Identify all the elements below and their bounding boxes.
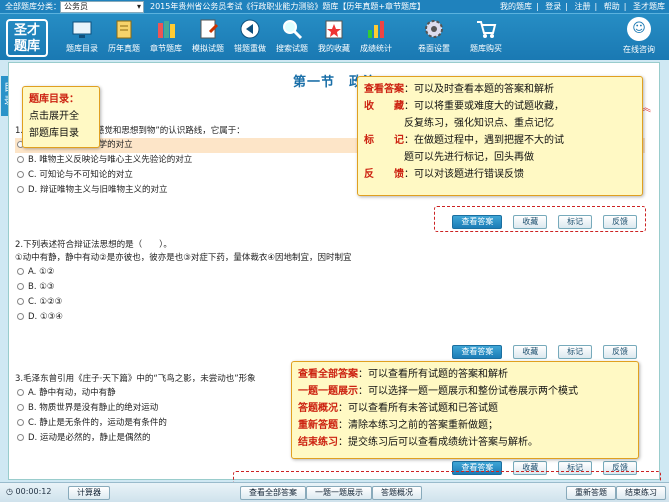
one-by-one-button[interactable]: 一题一题展示 <box>306 486 372 500</box>
chat-icon: ☺ <box>627 17 651 41</box>
nav-past-exams[interactable]: 历年真题 <box>104 18 144 54</box>
nav-redo-wrong[interactable]: 错题重做 <box>230 18 270 54</box>
radio-icon <box>17 283 24 290</box>
nav-search[interactable]: 搜索试题 <box>272 18 312 54</box>
mark-button[interactable]: 标记 <box>558 345 593 359</box>
option-b[interactable]: B. ①③ <box>15 280 645 295</box>
nav-stats[interactable]: 成绩统计 <box>356 18 396 54</box>
clock-icon: ◷ <box>6 487 13 496</box>
overview-button[interactable]: 答题概况 <box>372 486 422 500</box>
nav-settings[interactable]: 卷面设置 <box>414 18 454 54</box>
chart-icon <box>365 18 387 40</box>
books-icon <box>155 18 177 40</box>
finish-button[interactable]: 结束练习 <box>616 486 666 500</box>
link-home[interactable]: 圣才题库 <box>633 2 665 11</box>
radio-icon <box>17 404 24 411</box>
link-help[interactable]: 帮助 <box>604 2 620 11</box>
option-c[interactable]: C. ①②③ <box>15 295 645 310</box>
nav-chapters[interactable]: 章节题库 <box>146 18 186 54</box>
top-bar: 全部题库分类： 公务员 2015年贵州省公务员考试《行政职业能力测验》题库【历年… <box>0 0 669 14</box>
radio-icon <box>17 389 24 396</box>
radio-icon <box>17 313 24 320</box>
option-a[interactable]: A. ①② <box>15 265 645 280</box>
question-2: 2.下列表述符合辩证法思想的是（ ）。 ①动中有静，静中有动②是亦彼也，彼亦是也… <box>15 239 645 325</box>
online-consult[interactable]: ☺ 在线咨询 <box>619 17 659 55</box>
exam-title: 2015年贵州省公务员考试《行政职业能力测验》题库【历年真题+章节题库】 <box>150 2 426 11</box>
radio-icon <box>17 186 24 193</box>
gear-icon <box>423 18 445 40</box>
view-all-answers-button[interactable]: 查看全部答案 <box>240 486 306 500</box>
paper-icon <box>197 18 219 40</box>
option-d[interactable]: D. ①③④ <box>15 310 645 325</box>
book-icon <box>113 18 135 40</box>
bottom-toolbar: ◷ 00:00:12 计算器 查看全部答案 一题一题展示 答题概况 重新答题 结… <box>0 482 669 502</box>
catalog-tooltip: 题库目录： 点击展开全 部题库目录 <box>22 86 100 148</box>
favorite-icon <box>323 18 345 40</box>
radio-icon <box>17 419 24 426</box>
cart-icon <box>475 18 497 40</box>
calculator-button[interactable]: 计算器 <box>68 486 110 500</box>
nav-mock[interactable]: 模拟试题 <box>188 18 228 54</box>
app-header: 全部题库分类： 公务员 2015年贵州省公务员考试《行政职业能力测验》题库【历年… <box>0 0 669 60</box>
category-select[interactable]: 公务员 <box>60 1 144 13</box>
feedback-button[interactable]: 反馈 <box>603 345 637 359</box>
app-logo: 圣才 题库 <box>6 19 48 57</box>
nav-catalog[interactable]: 题库目录 <box>62 18 102 54</box>
timer: ◷ 00:00:12 <box>6 487 52 496</box>
radio-icon <box>17 434 24 441</box>
link-login[interactable]: 登录 <box>545 2 561 11</box>
nav-favorites[interactable]: 我的收藏 <box>314 18 354 54</box>
link-register[interactable]: 注册 <box>575 2 591 11</box>
question-text: 2.下列表述符合辩证法思想的是（ ）。 <box>15 240 172 250</box>
radio-icon <box>17 171 24 178</box>
arrow-icon <box>239 18 261 40</box>
bottom-tooltip: 查看全部答案：可以查看所有试题的答案和解析 一题一题展示：可以选择一题一题展示和… <box>291 361 639 459</box>
question-subtext: ①动中有静，静中有动②是亦彼也，彼亦是也③对症下药，量体裁衣④因地制宜，因时制宜 <box>15 253 352 263</box>
radio-icon <box>17 156 24 163</box>
radio-icon <box>17 298 24 305</box>
answer-tooltip: 查看答案：可以及时查看本题的答案和解析 收 藏：可以将重要或难度大的试题收藏， … <box>357 76 643 196</box>
nav-purchase[interactable]: 题库购买 <box>466 18 506 54</box>
radio-icon <box>17 268 24 275</box>
actions-highlight <box>434 206 646 232</box>
search-icon <box>281 18 303 40</box>
collect-button[interactable]: 收藏 <box>513 345 548 359</box>
category-label: 全部题库分类： <box>5 2 61 11</box>
view-answer-button[interactable]: 查看答案 <box>452 345 503 359</box>
restart-button[interactable]: 重新答题 <box>566 486 616 500</box>
monitor-icon <box>71 18 93 40</box>
link-my-bank[interactable]: 我的题库 <box>500 2 532 11</box>
question-2-actions: 查看答案 收藏 标记 反馈 <box>444 345 637 359</box>
